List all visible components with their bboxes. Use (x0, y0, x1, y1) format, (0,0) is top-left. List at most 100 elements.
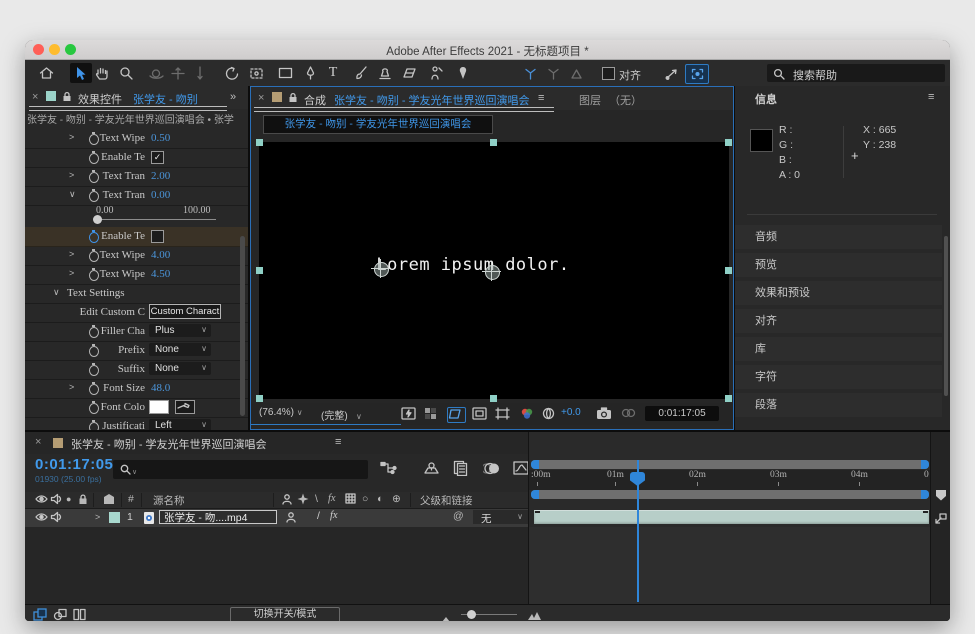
camera-region-tool[interactable] (245, 63, 267, 83)
layer-tab[interactable]: 图层 (579, 92, 601, 108)
stopwatch-icon[interactable] (89, 403, 99, 414)
comp-mini-flowchart-icon[interactable] (380, 461, 398, 479)
timeline-tab-title[interactable]: 张学友 - 吻别 - 学友光年世界巡回演唱会 (71, 436, 267, 452)
fx-icon[interactable]: fx (328, 493, 336, 504)
audio-icon[interactable] (50, 493, 62, 508)
effect-row-font-size[interactable]: > Font Size48.0 (25, 379, 248, 399)
snap-checkbox[interactable] (602, 67, 615, 80)
help-search-input[interactable]: 搜索帮助 (767, 64, 945, 82)
effect-row-filler[interactable]: Filler Cha Plus∨ (25, 322, 248, 342)
parent-link-column[interactable]: 父级和链接 (420, 493, 473, 508)
effect-row-font-color[interactable]: Font Colo (25, 398, 248, 418)
brush-tool[interactable] (350, 63, 372, 83)
panel-overflow-icon[interactable]: » (230, 91, 236, 103)
composition-canvas[interactable]: Lorem ipsum dolor. (259, 142, 729, 399)
collapse-transformations-icon[interactable] (297, 493, 309, 508)
panel-title[interactable]: 合成 (304, 92, 326, 108)
viewer-comp-tab[interactable]: 张学友 - 吻别 - 学友光年世界巡回演唱会 (263, 115, 493, 134)
effect-row-text-tran-1[interactable]: > Text Tran2.00 (25, 167, 248, 187)
info-panel-title[interactable]: 信息 (755, 91, 777, 107)
region-of-interest-icon[interactable] (447, 407, 466, 423)
parent-dropdown[interactable]: 无∨ (473, 510, 528, 524)
tab-effects-presets[interactable]: 效果和预设 (735, 281, 942, 305)
effect-row-justification[interactable]: Justificati Left∨ (25, 417, 248, 430)
clone-stamp-tool[interactable] (374, 63, 396, 83)
selection-handle[interactable] (490, 395, 497, 402)
layer-number-column[interactable]: # (128, 493, 134, 505)
comp-button-icon[interactable] (934, 512, 948, 530)
tab-character[interactable]: 字符 (735, 365, 942, 389)
prefix-dropdown[interactable]: None∨ (149, 343, 211, 356)
pen-tool[interactable] (299, 63, 321, 83)
selection-tool[interactable] (70, 63, 92, 83)
effect-row-text-wipe-1[interactable]: > Text Wipe0.50 (25, 129, 248, 149)
stopwatch-icon[interactable] (89, 172, 99, 183)
home-button[interactable] (35, 63, 57, 83)
eyedropper-icon[interactable] (175, 400, 195, 414)
motion-blur-icon[interactable] (483, 462, 500, 478)
selection-handle[interactable] (725, 267, 732, 274)
anchor-point-icon[interactable] (374, 262, 389, 277)
stopwatch-icon[interactable] (89, 384, 99, 395)
layer-label-chip[interactable] (109, 512, 120, 523)
adjustment-layer-icon[interactable]: ◐ (377, 493, 383, 505)
anchor-point-icon[interactable] (485, 265, 500, 280)
right-panel-scrollbar[interactable] (944, 236, 948, 396)
effect-row-enable-1[interactable]: Enable Te ✓ (25, 148, 248, 168)
layer-duration-bar[interactable] (534, 510, 929, 524)
custom-characters-button[interactable]: Custom Charact (149, 304, 221, 319)
selection-handle[interactable] (256, 395, 263, 402)
tab-paragraph[interactable]: 段落 (735, 393, 942, 417)
graph-editor-icon[interactable] (513, 461, 529, 478)
tab-align[interactable]: 对齐 (735, 309, 942, 333)
tab-preview[interactable]: 预览 (735, 253, 942, 277)
panel-menu-icon[interactable]: ≡ (335, 436, 341, 448)
font-color-swatch[interactable] (149, 400, 169, 414)
transparency-grid-icon[interactable] (424, 407, 437, 423)
work-area-bar[interactable] (531, 490, 929, 499)
panel-menu-icon[interactable]: ≡ (538, 92, 544, 104)
layer-source-name[interactable]: 张学友 - 吻....mp4 (159, 510, 277, 524)
selection-handle[interactable] (725, 139, 732, 146)
eraser-tool[interactable] (398, 63, 420, 83)
stopwatch-icon[interactable] (89, 251, 99, 262)
shy-switch-icon[interactable] (285, 511, 297, 526)
puppet-pin-tool[interactable] (452, 63, 474, 83)
timeline-zoom-slider-knob[interactable] (467, 610, 476, 619)
close-panel-icon[interactable]: × (35, 436, 41, 448)
lock-icon[interactable] (78, 493, 88, 508)
stopwatch-icon[interactable] (89, 422, 99, 430)
effect-row-text-wipe-3[interactable]: > Text Wipe4.50 (25, 265, 248, 285)
expand-layer-switches-icon[interactable] (33, 608, 47, 621)
comp-marker-bin-icon[interactable] (934, 488, 948, 507)
solo-icon[interactable]: ● (66, 494, 71, 504)
effect-row-text-wipe-2[interactable]: > Text Wipe4.00 (25, 246, 248, 266)
quality-icon[interactable]: \ (315, 493, 318, 505)
stopwatch-icon[interactable] (89, 191, 99, 202)
local-axis-mode-icon[interactable] (519, 63, 541, 83)
magnification-dropdown[interactable]: (76.4%) ∨ (259, 407, 303, 418)
panel-target-name[interactable]: 张学友 - 吻别 (133, 91, 198, 107)
effect-row-edit-custom[interactable]: Edit Custom C Custom Charact (25, 303, 248, 323)
close-panel-icon[interactable]: × (32, 91, 38, 103)
canvas-text-layer[interactable]: Lorem ipsum dolor. (376, 255, 569, 275)
expand-layer-chevron[interactable]: > (95, 512, 100, 522)
stopwatch-icon[interactable] (89, 134, 99, 145)
tab-audio[interactable]: 音频 (735, 225, 942, 249)
eye-icon[interactable] (35, 493, 48, 508)
fast-preview-icon[interactable] (401, 407, 416, 423)
layer-row-1[interactable]: > 1 张学友 - 吻....mp4 / fx @ 无∨ (25, 509, 528, 527)
region-crop-icon[interactable] (495, 407, 510, 423)
close-panel-icon[interactable]: × (258, 92, 264, 104)
stopwatch-icon[interactable] (89, 365, 99, 376)
time-ruler[interactable]: :00m 01m 02m 03m 04m 0 (529, 470, 931, 490)
selection-handle[interactable] (490, 139, 497, 146)
stopwatch-icon[interactable] (89, 270, 99, 281)
zoom-in-mountain-icon[interactable] (527, 608, 542, 621)
comp-name-link[interactable]: 张学友 - 吻别 - 学友光年世界巡回演唱会 (334, 92, 530, 108)
timeline-search-input[interactable]: ∨ (113, 460, 368, 479)
mask-expansion-icon[interactable] (685, 64, 709, 84)
effect-row-enable-2-selected[interactable]: Enable Te (25, 227, 248, 247)
effect-row-prefix[interactable]: Prefix None∨ (25, 341, 248, 361)
snap-line-icon[interactable] (661, 63, 683, 83)
